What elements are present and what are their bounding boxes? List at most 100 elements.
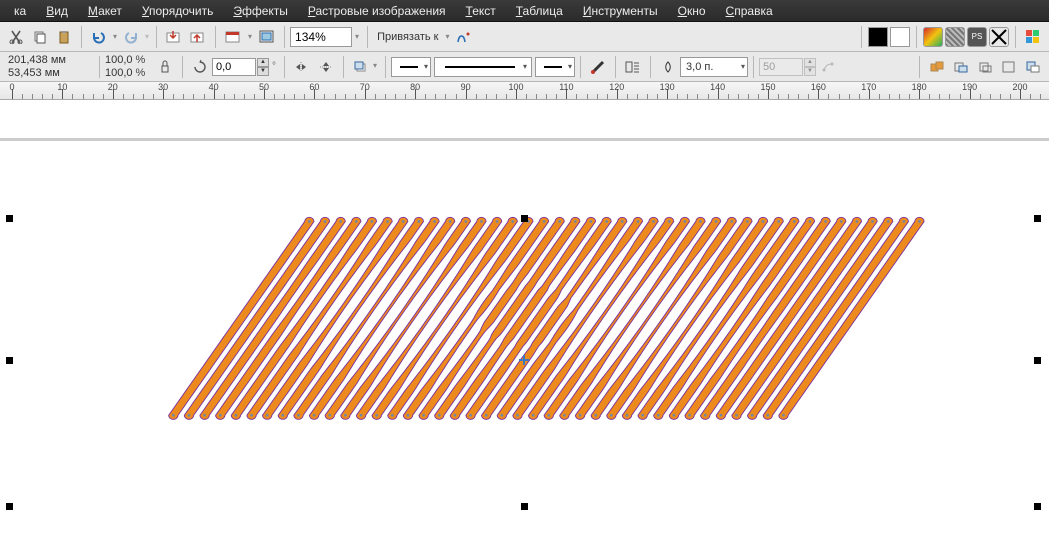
selection-handle[interactable] [6, 357, 13, 364]
line-start-cap[interactable]: ▾ [391, 57, 431, 77]
stripe-cap-dot [730, 220, 733, 223]
menu-текст[interactable]: Текст [456, 2, 506, 20]
mirror-horizontal-icon[interactable] [291, 56, 313, 78]
selection-handle[interactable] [521, 503, 528, 510]
stripe-cap-dot [219, 414, 222, 417]
app-launcher-icon[interactable] [222, 26, 244, 48]
cut-icon[interactable] [5, 26, 27, 48]
outline-width-input[interactable]: 3,0 п. ▾ [680, 57, 748, 77]
line-end-cap[interactable]: ▾ [535, 57, 575, 77]
mirror-vertical-icon[interactable] [315, 56, 337, 78]
snap-to-dropdown-icon[interactable]: ▾ [445, 32, 449, 41]
separator [580, 56, 581, 78]
stripe-cap-dot [590, 220, 593, 223]
object-scale: 100,0% 100,0% [105, 53, 153, 81]
selection-handle[interactable] [6, 503, 13, 510]
separator [215, 26, 216, 48]
outline-pen-icon[interactable] [587, 56, 609, 78]
effect-swatch-3-icon[interactable]: PS [967, 27, 987, 47]
stripe-cap-dot [480, 220, 483, 223]
stripe-cap-dot [281, 414, 284, 417]
menu-таблица[interactable]: Таблица [506, 2, 573, 20]
stripe-cap-dot [558, 220, 561, 223]
copy-icon[interactable] [29, 26, 51, 48]
line-style[interactable]: ▾ [434, 57, 532, 77]
spin-down-icon[interactable]: ▼ [257, 67, 269, 76]
stripe-cap-dot [782, 414, 785, 417]
stripe-cap-dot [637, 220, 640, 223]
separator [284, 56, 285, 78]
stripe-cap-dot [574, 220, 577, 223]
menu-инструменты[interactable]: Инструменты [573, 2, 668, 20]
separator [385, 56, 386, 78]
snap-options-icon[interactable] [453, 26, 475, 48]
effect-swatch-1-icon[interactable] [923, 27, 943, 47]
undo-icon[interactable] [88, 26, 110, 48]
canvas[interactable] [0, 100, 1049, 544]
disabled-value [759, 58, 803, 76]
wrap-text-icon[interactable] [622, 56, 644, 78]
front-minus-back-icon[interactable] [1022, 56, 1044, 78]
menu-упорядочить[interactable]: Упорядочить [132, 2, 223, 20]
selection-handle[interactable] [1034, 357, 1041, 364]
stripe-cap-dot [266, 414, 269, 417]
separator [615, 56, 616, 78]
stripe-cap-dot [918, 220, 921, 223]
zoom-dropdown-icon[interactable]: ▾ [355, 32, 359, 41]
paste-icon[interactable] [53, 26, 75, 48]
stripe-cap-dot [407, 414, 410, 417]
stripe-cap-dot [746, 220, 749, 223]
selection-handle[interactable] [1034, 215, 1041, 222]
object-y: 53,453 мм [8, 67, 94, 80]
order-dropdown-icon[interactable]: ▾ [373, 61, 377, 70]
menu-растровые изображения[interactable]: Растровые изображения [298, 2, 456, 20]
weld-icon[interactable] [926, 56, 948, 78]
stripe-cap-dot [511, 220, 514, 223]
stripe-cap-dot [735, 414, 738, 417]
import-icon[interactable] [163, 26, 185, 48]
simplify-icon[interactable] [998, 56, 1020, 78]
stripe-cap-dot [824, 220, 827, 223]
fullscreen-icon[interactable] [256, 26, 278, 48]
effect-swatch-2-icon[interactable] [945, 27, 965, 47]
stripe-cap-dot [809, 220, 812, 223]
fill-black-swatch[interactable] [868, 27, 888, 47]
fill-white-swatch[interactable] [890, 27, 910, 47]
rotation-value[interactable] [212, 58, 256, 76]
undo-dropdown-icon[interactable]: ▾ [113, 32, 117, 41]
redo-icon[interactable] [120, 26, 142, 48]
scale-y: 100,0 [105, 67, 133, 80]
menu-эффекты[interactable]: Эффекты [223, 2, 298, 20]
degree-symbol: ° [272, 61, 276, 72]
stripe-cap-dot [500, 414, 503, 417]
zoom-level-input[interactable] [290, 27, 352, 47]
menu-окно[interactable]: Окно [668, 2, 716, 20]
stripe-cap-dot [464, 220, 467, 223]
selection-handle[interactable] [6, 215, 13, 222]
intersect-icon[interactable] [974, 56, 996, 78]
spin-up-icon[interactable]: ▲ [257, 58, 269, 67]
lock-ratio-icon[interactable] [154, 56, 176, 78]
rotation-input[interactable]: ▲▼ [212, 58, 269, 76]
no-fill-icon[interactable] [989, 27, 1009, 47]
redo-dropdown-icon[interactable]: ▾ [145, 32, 149, 41]
export-icon[interactable] [187, 26, 209, 48]
convert-curves-icon[interactable] [817, 56, 839, 78]
menu-вид[interactable]: Вид [36, 2, 78, 20]
to-front-icon[interactable] [350, 56, 372, 78]
menu-ка[interactable]: ка [4, 2, 36, 20]
menu-справка[interactable]: Справка [716, 2, 783, 20]
app-launcher-dropdown-icon[interactable]: ▾ [248, 32, 252, 41]
separator [916, 26, 917, 48]
trim-icon[interactable] [950, 56, 972, 78]
object-position: 201,438 мм 53,453 мм [4, 53, 94, 81]
separator [81, 26, 82, 48]
percent-symbol: % [136, 67, 146, 80]
selection-handle[interactable] [1034, 503, 1041, 510]
menu-макет[interactable]: Макет [78, 2, 132, 20]
stripe-cap-dot [610, 414, 613, 417]
color-dialog-icon[interactable] [1022, 26, 1044, 48]
selection-handle[interactable] [521, 215, 528, 222]
selected-artwork[interactable] [6, 216, 1046, 518]
stripe-cap-dot [720, 414, 723, 417]
